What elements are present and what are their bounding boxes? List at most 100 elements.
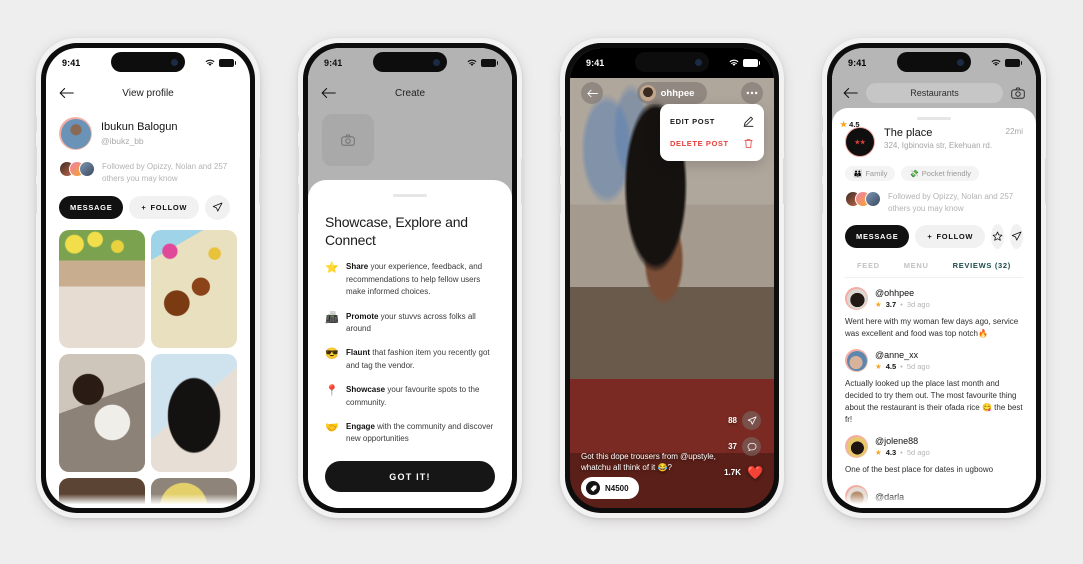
review-text: Went here with my woman few days ago, se…	[845, 317, 1019, 339]
power-button[interactable]	[521, 158, 524, 204]
phone-bezel: 9:41	[303, 43, 517, 513]
status-bar: 9:41	[832, 48, 1036, 78]
volume-down-button[interactable]	[820, 184, 823, 214]
power-button[interactable]	[259, 158, 262, 204]
message-button[interactable]: MESSAGE	[845, 225, 910, 249]
review-header: @jolene88 ★ 4.3 • 5d ago	[845, 435, 1023, 459]
photo-jollof-rice[interactable]	[151, 230, 237, 349]
follow-button[interactable]: + FOLLOW	[129, 196, 200, 220]
volume-up-button[interactable]	[558, 146, 561, 176]
logo-mark: ★★	[854, 139, 866, 146]
post-options-button[interactable]	[741, 82, 763, 104]
reviewer-avatar[interactable]	[846, 350, 867, 371]
share-button[interactable]	[742, 411, 761, 430]
feature-bold: Showcase	[346, 385, 386, 395]
reviewer-avatar[interactable]	[846, 288, 867, 309]
like-stat[interactable]: 1.7K ❤️	[724, 463, 765, 482]
message-button[interactable]: MESSAGE	[59, 196, 124, 220]
tabs-divider	[845, 277, 1023, 279]
edit-post-menu-item[interactable]: EDIT POST	[670, 113, 754, 130]
review-item: @ohhpee ★ 3.7 • 3d ago Went here with my…	[845, 287, 1023, 340]
silent-switch[interactable]	[296, 116, 299, 132]
price-value: N4500	[605, 483, 629, 493]
camera-icon[interactable]	[1011, 87, 1025, 99]
dynamic-island	[373, 52, 447, 72]
nav-bar: Restaurants	[832, 78, 1036, 108]
volume-up-button[interactable]	[296, 146, 299, 176]
share-button[interactable]	[1010, 224, 1023, 250]
share-stat[interactable]: 88	[728, 411, 761, 430]
back-arrow-icon[interactable]	[59, 87, 74, 99]
power-button[interactable]	[1045, 158, 1048, 204]
power-button[interactable]	[783, 158, 786, 204]
volume-down-button[interactable]	[296, 184, 299, 214]
wifi-icon	[467, 59, 477, 66]
restaurant-logo[interactable]: ★★	[845, 127, 875, 157]
back-button[interactable]	[581, 82, 603, 104]
photo-grid	[59, 230, 237, 508]
status-time: 9:41	[62, 58, 81, 68]
tag-chip-pocket-friendly[interactable]: 💸 Pocket friendly	[901, 166, 979, 181]
sheet-grabber[interactable]	[393, 194, 427, 197]
price-tag[interactable]: N4500	[581, 477, 639, 499]
feature-text: Flaunt that fashion item you recently go…	[346, 347, 495, 372]
camera-icon	[341, 134, 355, 146]
tab-menu[interactable]: MENU	[904, 261, 929, 270]
comment-button[interactable]	[742, 437, 761, 456]
search-input[interactable]: Restaurants	[866, 83, 1003, 103]
volume-up-button[interactable]	[34, 146, 37, 176]
silent-switch[interactable]	[558, 116, 561, 132]
profile-avatar[interactable]	[60, 118, 91, 149]
volume-down-button[interactable]	[558, 184, 561, 214]
delete-post-label: DELETE POST	[670, 139, 729, 148]
like-button[interactable]: ❤️	[746, 463, 765, 482]
post-author-chip[interactable]: ohhpee	[636, 82, 708, 104]
avatar-ring	[845, 349, 868, 373]
photo-cornrows[interactable]	[151, 354, 237, 473]
review-time: 3d ago	[906, 300, 930, 310]
author-avatar	[639, 85, 656, 101]
wifi-icon	[205, 59, 215, 66]
dynamic-island	[897, 52, 971, 72]
silent-switch[interactable]	[34, 116, 37, 132]
review-time: 5d ago	[906, 448, 930, 458]
got-it-button[interactable]: GOT IT!	[325, 461, 495, 492]
review-text: One of the best place for dates in ugbow…	[845, 465, 994, 475]
tag-chip-family[interactable]: 👪 Family	[845, 166, 896, 181]
nav-bar: View profile	[46, 78, 250, 108]
phone-mockup-restaurant: 9:41 Restaurants ★ 4.5 ★★ The place 22mi…	[820, 38, 1048, 518]
save-button[interactable]	[991, 224, 1005, 250]
tag-label: Family	[865, 169, 888, 178]
photo-braiding[interactable]	[59, 354, 145, 473]
reviewer-avatar[interactable]	[846, 436, 867, 457]
volume-down-button[interactable]	[34, 184, 37, 214]
back-arrow-icon[interactable]	[321, 87, 336, 99]
share-button[interactable]	[205, 195, 231, 221]
upload-media-button[interactable]	[322, 114, 374, 166]
reviewer-username: @jolene88	[875, 436, 919, 447]
back-arrow-icon[interactable]	[843, 87, 858, 99]
volume-up-button[interactable]	[820, 146, 823, 176]
phone-bezel: 9:41	[565, 43, 779, 513]
wifi-icon	[729, 59, 739, 66]
screen-view-profile: 9:41 View profile Ibukun Balogun @ibukz_…	[46, 48, 250, 508]
review-text: Actually looked up the place last month …	[845, 379, 1023, 425]
silent-switch[interactable]	[820, 116, 823, 132]
tab-reviews[interactable]: REVIEWS (32)	[953, 261, 1011, 270]
phone-mockup-post: 9:41 ohhpee EDIT POST DELETE POST 88 37 …	[558, 38, 786, 518]
screen-post-detail: 9:41 ohhpee EDIT POST DELETE POST 88 37 …	[570, 48, 774, 508]
photo-garden-party[interactable]	[59, 230, 145, 349]
star-icon: ⭐	[325, 262, 339, 275]
star-icon: ★	[875, 448, 882, 458]
post-engagement-stats: 88 37 1.7K ❤️	[724, 411, 765, 482]
meta-separator: •	[900, 362, 903, 372]
follow-button[interactable]: + FOLLOW	[915, 225, 986, 249]
handshake-icon: 🤝	[325, 421, 339, 434]
delete-post-menu-item[interactable]: DELETE POST	[670, 135, 754, 152]
sheet-grabber[interactable]	[917, 117, 951, 120]
sheet-title: Showcase, Explore and Connect	[325, 214, 468, 249]
tab-feed[interactable]: FEED	[857, 261, 880, 270]
profile-body: Ibukun Balogun @ibukz_bb Followed by Opi…	[46, 117, 250, 508]
comment-stat[interactable]: 37	[728, 437, 761, 456]
feature-text: Showcase your favourite spots to the com…	[346, 384, 495, 409]
